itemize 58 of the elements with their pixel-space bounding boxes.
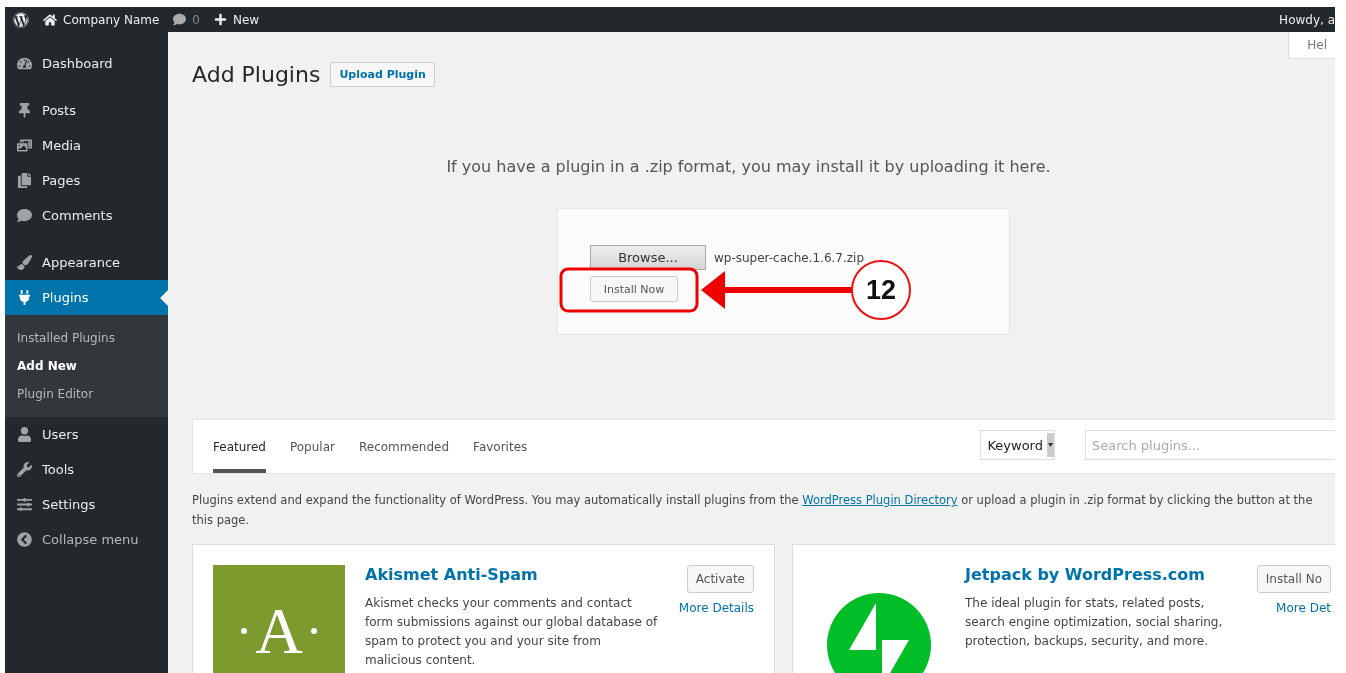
filter-tab[interactable]: Favorites	[473, 420, 528, 473]
account-greeting[interactable]: Howdy, a	[1279, 12, 1335, 27]
current-page-notch	[160, 290, 168, 306]
submenu-item[interactable]: Installed Plugins	[5, 324, 168, 352]
letter-logo: A	[213, 565, 345, 673]
gauge-icon	[17, 56, 32, 71]
plugin-description: The ideal plugin for stats, related posts, search engine optimization, social sharing, protection, backups, security, and more.	[965, 595, 1224, 650]
search-type-select[interactable]: Keyword	[980, 430, 1055, 460]
install-now-button[interactable]: Install Now	[590, 276, 678, 302]
media-icon	[17, 138, 32, 153]
sidebar-item[interactable]: Settings	[5, 487, 168, 522]
plugin-description: Akismet checks your comments and contact form submissions against our global database of spam to protect you and your site from malicious content.	[365, 595, 659, 669]
wordpress-logo-icon[interactable]	[13, 11, 29, 28]
plus-icon	[213, 13, 227, 26]
sliders-icon	[17, 497, 32, 512]
help-tab[interactable]: Hel	[1288, 32, 1335, 59]
upload-instructions: If you have a plugin in a .zip format, you may install it by uploading it here.	[445, 157, 1052, 176]
plug-icon	[17, 290, 32, 305]
more-details-link[interactable]: More Details	[678, 601, 754, 615]
filter-tab[interactable]: Recommended	[358, 420, 450, 473]
sidebar-item[interactable]: Dashboard	[5, 46, 168, 81]
filter-tab[interactable]: Featured	[213, 420, 266, 473]
submenu-item[interactable]: Plugin Editor	[5, 380, 168, 408]
intro-text: Plugins extend and expand the functionality of WordPress. You may automatically install plugins from the WordPress Plugin Directory or upload a plugin in .zip format by clicking the button at the this page.	[192, 492, 1314, 529]
sidebar-item[interactable]: Media	[5, 128, 168, 163]
person-icon	[17, 427, 32, 442]
plugin-action-button[interactable]: Install No	[1256, 565, 1331, 593]
sidebar-item[interactable]: Pages	[5, 163, 168, 198]
speech-bubble-icon	[17, 208, 32, 223]
pages-icon	[17, 173, 32, 188]
sidebar-item[interactable]: Appearance	[5, 245, 168, 280]
comment-count[interactable]: 0	[192, 12, 200, 27]
speech-bubble-icon	[173, 13, 187, 26]
sidebar-item[interactable]: Posts	[5, 93, 168, 128]
plugin-directory-link[interactable]: WordPress Plugin Directory	[802, 493, 958, 507]
wrench-icon	[17, 462, 32, 477]
browse-button[interactable]: Browse...	[590, 245, 706, 270]
filter-tab[interactable]: Popular	[289, 420, 335, 473]
upload-plugin-button[interactable]: Upload Plugin	[330, 62, 435, 87]
site-name[interactable]: Company Name	[63, 12, 160, 27]
sidebar-item[interactable]: Users	[5, 417, 168, 452]
sidebar-item[interactable]: Plugins	[5, 280, 168, 315]
search-field[interactable]: Search plugins...	[1085, 430, 1335, 460]
brush-icon	[17, 255, 32, 270]
plugin-action-button[interactable]: Activate	[686, 565, 754, 593]
submenu-item[interactable]: Add New	[5, 352, 168, 380]
pin-icon	[17, 103, 32, 118]
collapse-menu[interactable]: Collapse menu	[5, 522, 168, 557]
more-details-link[interactable]: More Det	[1276, 601, 1331, 615]
collapse-icon	[17, 532, 32, 547]
sidebar-item[interactable]: Tools	[5, 452, 168, 487]
sidebar-item[interactable]: Comments	[5, 198, 168, 233]
plugin-name[interactable]: Jetpack by WordPress.com	[965, 565, 1237, 584]
home-icon	[43, 12, 57, 27]
caret-icon	[1047, 433, 1054, 457]
page-title: Add Plugins	[192, 62, 321, 87]
plugin-name[interactable]: Akismet Anti-Spam	[365, 565, 659, 584]
new-link[interactable]: New	[232, 12, 260, 27]
